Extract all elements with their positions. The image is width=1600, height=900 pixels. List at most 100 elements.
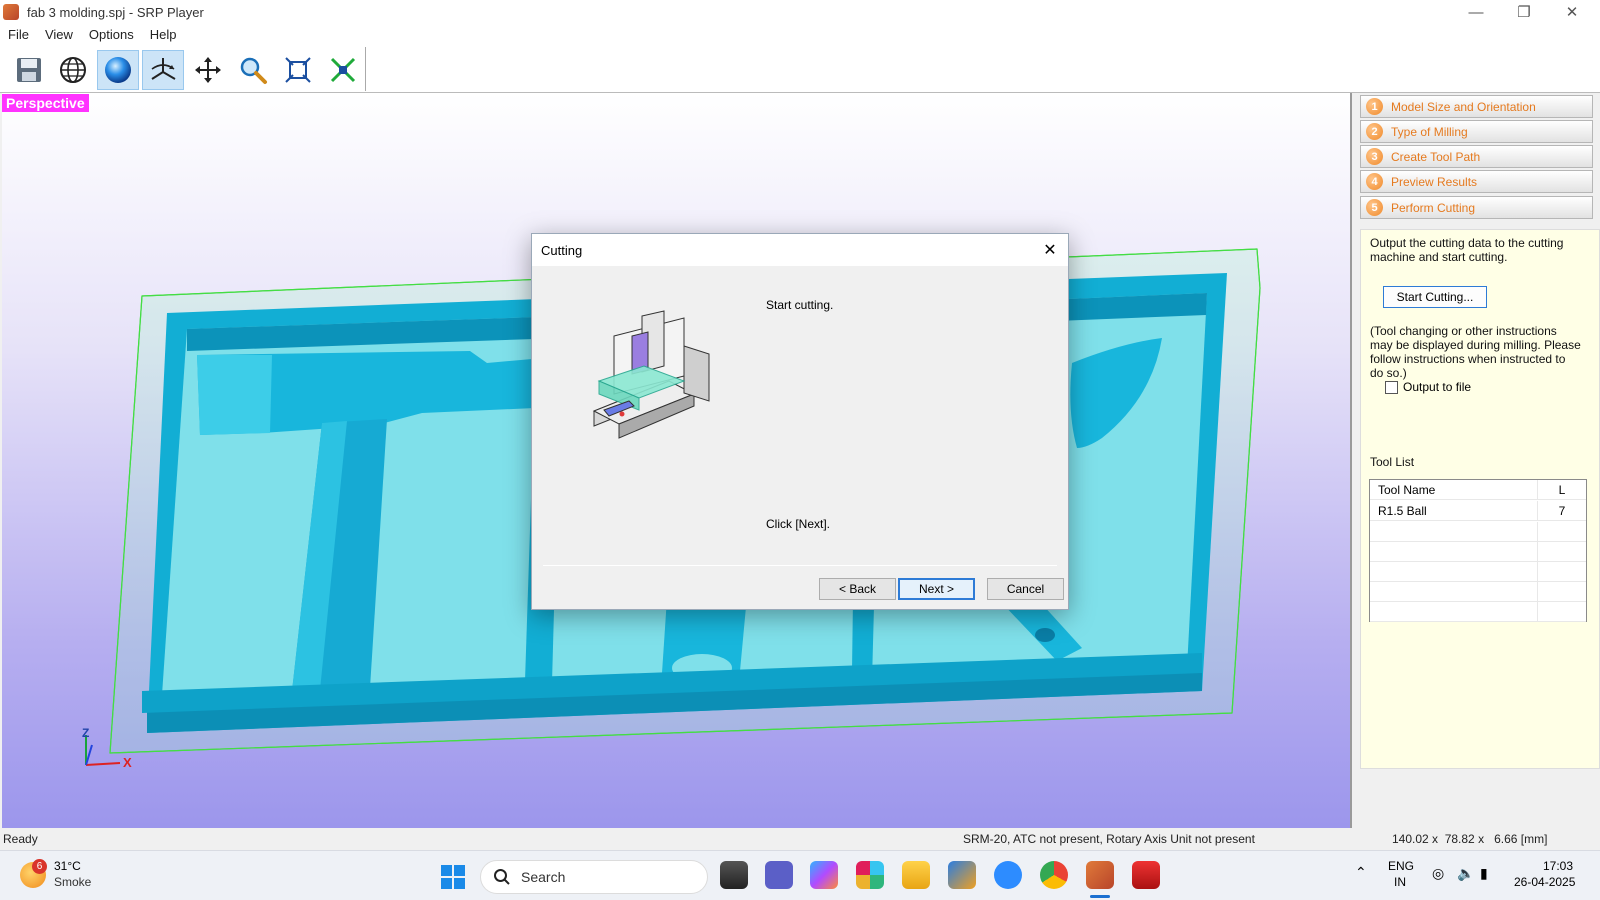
description-line-1: Output the cutting data to the cutting: [1370, 236, 1564, 250]
close-window-button[interactable]: ✕: [1548, 0, 1596, 24]
app-icon: [3, 4, 19, 20]
store-icon[interactable]: [948, 861, 976, 889]
weather-badge: 6: [32, 859, 47, 874]
step-number: 4: [1366, 173, 1383, 190]
process-panel: 1 Model Size and Orientation 2 Type of M…: [1356, 93, 1600, 828]
active-app-indicator: [1090, 895, 1110, 898]
pan-icon[interactable]: [187, 50, 229, 90]
slack-icon[interactable]: [856, 861, 884, 889]
search-placeholder: Search: [521, 869, 566, 885]
output-to-file-checkbox[interactable]: Output to file: [1385, 380, 1471, 394]
cutting-dialog: Cutting ✕ Start cutting. Click [Next]. <…: [531, 233, 1069, 610]
task-view-icon[interactable]: [720, 861, 748, 889]
note-line-3: follow instructions when instructed to: [1370, 352, 1566, 366]
table-header-row: Tool Name L: [1370, 480, 1586, 500]
zoom-app-icon[interactable]: [994, 861, 1022, 889]
file-explorer-icon[interactable]: [902, 861, 930, 889]
dialog-title: Cutting: [541, 242, 583, 258]
language-line-2[interactable]: IN: [1394, 875, 1406, 889]
restore-button[interactable]: ❐: [1500, 0, 1548, 24]
perform-cutting-panel: Output the cutting data to the cutting m…: [1360, 229, 1600, 769]
step-label: Perform Cutting: [1391, 200, 1476, 215]
dialog-title-bar: Cutting ✕: [532, 234, 1068, 266]
status-ready: Ready: [3, 832, 38, 846]
window-title: fab 3 molding.spj - SRP Player: [27, 4, 204, 20]
taskbar-search[interactable]: Search: [480, 860, 708, 894]
language-line-1[interactable]: ENG: [1388, 859, 1414, 873]
taskbar: 6 31°C Smoke Search ⌃ ENG IN ◎ 🔈 ▮ 17:03…: [0, 850, 1600, 900]
save-icon[interactable]: [8, 50, 50, 90]
search-icon: [494, 869, 510, 885]
step-number: 5: [1366, 199, 1383, 216]
step-number: 2: [1366, 123, 1383, 140]
rotate-axes-icon[interactable]: [142, 50, 184, 90]
step-type-of-milling[interactable]: 2 Type of Milling: [1360, 120, 1593, 143]
status-model-size: 140.02 x 78.82 x 6.66 [mm]: [1392, 832, 1548, 846]
status-bar: Ready SRM-20, ATC not present, Rotary Ax…: [0, 828, 1600, 850]
dialog-divider: [543, 565, 1057, 566]
globe-icon[interactable]: [52, 50, 94, 90]
status-machine: SRM-20, ATC not present, Rotary Axis Uni…: [963, 832, 1255, 846]
tool-name-cell: R1.5 Ball: [1370, 501, 1538, 520]
table-row-empty: [1370, 522, 1586, 542]
menu-help[interactable]: Help: [142, 27, 185, 42]
toolbar: [0, 45, 1600, 93]
back-button[interactable]: < Back: [819, 578, 896, 600]
tool-list-table[interactable]: Tool Name L R1.5 Ball 7: [1369, 479, 1587, 622]
network-icon[interactable]: ◎: [1432, 865, 1444, 882]
step-label: Preview Results: [1391, 174, 1478, 189]
zoom-extents-icon[interactable]: [322, 50, 364, 90]
checkbox-box[interactable]: [1385, 380, 1398, 394]
tool-length-cell: 7: [1558, 503, 1566, 518]
dialog-instruction: Click [Next].: [766, 517, 831, 531]
chrome-icon[interactable]: [1040, 861, 1068, 889]
fit-view-icon[interactable]: [277, 50, 319, 90]
app-icon-red[interactable]: [1132, 861, 1160, 889]
step-label: Create Tool Path: [1391, 149, 1481, 164]
step-create-tool-path[interactable]: 3 Create Tool Path: [1360, 145, 1593, 168]
axis-z-label: Z: [82, 726, 90, 740]
cancel-button[interactable]: Cancel: [987, 578, 1064, 600]
weather-temp[interactable]: 31°C: [54, 859, 81, 873]
sphere-icon[interactable]: [97, 50, 139, 90]
step-label: Model Size and Orientation: [1391, 99, 1536, 114]
zoom-icon[interactable]: [232, 50, 274, 90]
step-preview-results[interactable]: 4 Preview Results: [1360, 170, 1593, 193]
dialog-message: Start cutting.: [766, 298, 834, 312]
chevron-up-icon[interactable]: ⌃: [1355, 864, 1367, 881]
note-line-4: do so.): [1370, 366, 1407, 380]
close-icon[interactable]: ✕: [1038, 238, 1062, 262]
column-header-tool-name[interactable]: Tool Name: [1370, 480, 1538, 499]
copilot-icon[interactable]: [810, 861, 838, 889]
description-line-2: machine and start cutting.: [1370, 250, 1508, 264]
step-perform-cutting[interactable]: 5 Perform Cutting: [1360, 196, 1593, 219]
table-row-empty: [1370, 562, 1586, 582]
weather-condition[interactable]: Smoke: [54, 875, 91, 889]
step-number: 3: [1366, 148, 1383, 165]
note-line-2: may be displayed during milling. Please: [1370, 338, 1581, 352]
step-label: Type of Milling: [1391, 124, 1468, 139]
srp-player-icon[interactable]: [1086, 861, 1114, 889]
start-cutting-button[interactable]: Start Cutting...: [1383, 286, 1487, 308]
axis-x-label: X: [123, 755, 132, 770]
step-model-size[interactable]: 1 Model Size and Orientation: [1360, 95, 1593, 118]
minimize-button[interactable]: —: [1452, 0, 1500, 24]
column-header-l[interactable]: L: [1538, 483, 1586, 497]
menu-options[interactable]: Options: [81, 27, 142, 42]
windows-start-icon[interactable]: [440, 864, 466, 890]
volume-muted-icon[interactable]: 🔈: [1457, 865, 1474, 882]
clock-date[interactable]: 26-04-2025: [1514, 875, 1575, 889]
clock-time[interactable]: 17:03: [1543, 859, 1573, 873]
title-bar: fab 3 molding.spj - SRP Player — ❐ ✕: [0, 0, 1600, 24]
menu-bar: File View Options Help: [0, 24, 1600, 45]
table-row-empty: [1370, 602, 1586, 622]
menu-file[interactable]: File: [0, 27, 37, 42]
step-number: 1: [1366, 98, 1383, 115]
milling-machine-illustration: [592, 310, 710, 439]
next-button[interactable]: Next >: [898, 578, 975, 600]
note-line-1: (Tool changing or other instructions: [1370, 324, 1557, 338]
menu-view[interactable]: View: [37, 27, 81, 42]
teams-icon[interactable]: [765, 861, 793, 889]
battery-icon[interactable]: ▮: [1480, 865, 1488, 882]
table-row[interactable]: R1.5 Ball 7: [1370, 501, 1586, 521]
